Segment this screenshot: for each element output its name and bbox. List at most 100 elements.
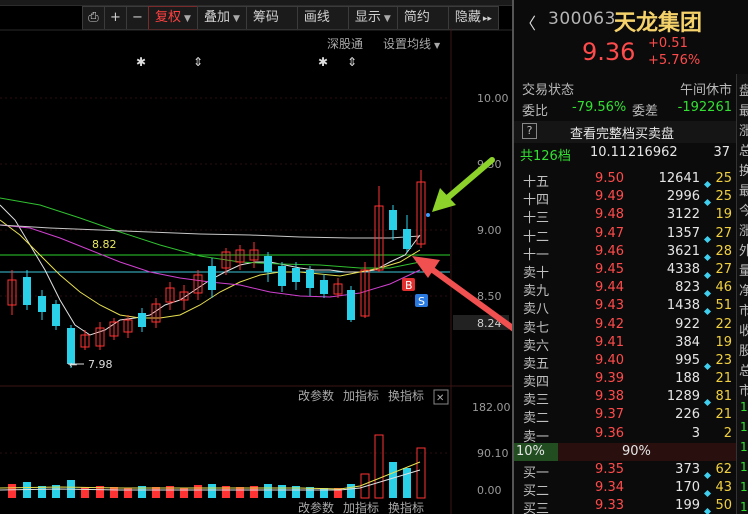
- sell-level-name: 卖四: [523, 375, 550, 391]
- sell-level-row[interactable]: 十五 9.50 12641 25: [514, 170, 736, 190]
- stock-name: 天龙集团: [614, 11, 703, 36]
- sell-level-count: 25: [715, 171, 732, 186]
- sell-level-name: 卖三: [523, 393, 550, 409]
- switch-indicator-link[interactable]: 换指标: [388, 388, 424, 403]
- diamond-icon: [703, 503, 712, 514]
- sell-level-row[interactable]: 十一 9.46 3621 28: [514, 243, 736, 263]
- side-tab-label[interactable]: 总: [739, 140, 748, 159]
- volume-bars: [8, 434, 426, 499]
- sell-level-volume: 1289: [666, 389, 700, 405]
- sell-level-volume: 3: [691, 425, 700, 441]
- sell-level-row[interactable]: 卖五 9.40 995 23: [514, 352, 736, 372]
- sell-level-row[interactable]: 卖三 9.38 1289 81: [514, 388, 736, 409]
- sell-level-name: 卖九: [523, 284, 550, 300]
- levels-price: 10.11: [590, 145, 628, 160]
- full-orderbook-link[interactable]: 查看完整档买卖盘: [570, 123, 674, 142]
- left-arrow-icon: ←: [69, 360, 77, 371]
- side-tab-label[interactable]: 最: [739, 180, 748, 199]
- sell-level-name: 卖十: [523, 265, 550, 281]
- side-tab-label[interactable]: 总: [739, 360, 748, 379]
- side-tab-label[interactable]: 最: [739, 100, 748, 119]
- sell-level-name: 十三: [523, 211, 550, 227]
- sell-level-row[interactable]: 卖九 9.44 823 46: [514, 279, 736, 300]
- sell-level-row[interactable]: 卖十 9.45 4338 27: [514, 261, 736, 281]
- volume-bar: [208, 484, 216, 498]
- side-tab-label[interactable]: 1: [740, 420, 748, 434]
- sell-level-volume: 4338: [666, 261, 700, 277]
- buy-level-price: 9.35: [595, 462, 624, 477]
- sell-level-row[interactable]: 十三 9.48 3122 19: [514, 206, 736, 227]
- side-tab-label[interactable]: 净: [739, 280, 748, 299]
- sell-level-count: 23: [715, 352, 732, 368]
- ratio-green-segment: 10%: [514, 443, 558, 461]
- candle-down: [23, 277, 31, 305]
- event-marker-star[interactable]: ✱: [136, 55, 146, 69]
- buy-level-row[interactable]: 买一 9.35 373 62: [514, 461, 736, 481]
- sell-level-price: 9.49: [595, 189, 624, 205]
- side-tab-strip[interactable]: 盘最涨总换最今涨外量净市收股总市111111: [736, 74, 748, 514]
- sell-level-price: 9.46: [595, 243, 624, 259]
- price-axis-label: 9.00: [477, 224, 502, 237]
- buy-level-row[interactable]: 买三 9.33 199 50: [514, 497, 736, 514]
- sell-level-row[interactable]: 十二 9.47 1357 27: [514, 225, 736, 245]
- add-indicator-link-2[interactable]: 加指标: [343, 500, 379, 514]
- change-params-link-2[interactable]: 改参数: [298, 500, 334, 514]
- add-indicator-link[interactable]: 加指标: [343, 388, 379, 403]
- trade-status-value: 午间休市: [679, 83, 732, 98]
- side-tab-label[interactable]: 1: [740, 460, 748, 474]
- buy-level-name: 买二: [523, 484, 550, 500]
- side-tab-label[interactable]: 量: [739, 260, 748, 279]
- event-marker-star[interactable]: ✱: [318, 55, 328, 69]
- weibi-label: 委比: [522, 104, 549, 119]
- side-tab-label[interactable]: 1: [740, 400, 748, 414]
- side-tab-label[interactable]: 涨: [739, 120, 748, 139]
- side-tab-label[interactable]: 市: [739, 380, 748, 399]
- sell-level-name: 卖二: [523, 411, 550, 427]
- sell-level-row[interactable]: 卖二 9.37 226 21: [514, 406, 736, 427]
- side-tab-label[interactable]: 1: [740, 480, 748, 494]
- buy-level-row[interactable]: 买二 9.34 170 43: [514, 479, 736, 500]
- quote-panel: 〈 300063 天龙集团 9.36 +0.51 +5.76% 交易状态 午间休…: [512, 0, 748, 514]
- sell-level-row[interactable]: 卖八 9.43 1438 51: [514, 297, 736, 318]
- change-params-link[interactable]: 改参数: [298, 388, 334, 403]
- volume-bar: [278, 485, 286, 498]
- volume-bar: [236, 487, 244, 498]
- side-tab-label[interactable]: 今: [739, 200, 748, 219]
- sell-level-row[interactable]: 卖七 9.42 922 22: [514, 316, 736, 336]
- sell-level-name: 卖八: [523, 302, 550, 318]
- sell-level-row[interactable]: 卖一 9.36 3 2: [514, 425, 736, 445]
- switch-indicator-link-2[interactable]: 换指标: [388, 500, 424, 514]
- side-tab-label[interactable]: 股: [739, 340, 748, 359]
- buy-level-count: 43: [715, 480, 732, 496]
- buy-level-name: 买三: [523, 502, 550, 514]
- sell-level-row[interactable]: 卖四 9.39 188 21: [514, 370, 736, 391]
- event-marker-arrow[interactable]: ⇕: [193, 55, 203, 69]
- kline-chart-area[interactable]: ⎙ + − 复权 ▼ 叠加 ▼ 筹码 画线 显示 ▼ 简约 隐藏 ▸▸ 深股通 设置均线…: [0, 0, 512, 514]
- side-tab-label[interactable]: 市: [739, 300, 748, 319]
- last-price: 9.36: [582, 38, 636, 66]
- side-tab-label[interactable]: 收: [739, 320, 748, 339]
- full-orderbook-row[interactable]: ? 查看完整档买卖盘: [514, 121, 736, 143]
- back-arrow-icon[interactable]: 〈: [520, 10, 536, 34]
- side-tab-label[interactable]: 涨: [739, 220, 748, 239]
- price-axis-label: 10.00: [477, 92, 509, 105]
- side-tab-label[interactable]: 换: [739, 160, 748, 179]
- side-tab-label[interactable]: 1: [740, 500, 748, 514]
- side-tab-label[interactable]: 外: [739, 240, 748, 259]
- trade-status-row: 交易状态 午间休市: [514, 78, 736, 98]
- sell-level-volume: 226: [675, 407, 700, 423]
- event-marker-arrow[interactable]: ⇕: [347, 55, 357, 69]
- volume-bar: [347, 484, 355, 498]
- sell-level-row[interactable]: 十四 9.49 2996 25: [514, 188, 736, 208]
- sell-level-price: 9.36: [595, 425, 624, 441]
- candle-down: [264, 256, 272, 272]
- sell-level-price: 9.39: [595, 371, 624, 387]
- side-tab-label[interactable]: 盘: [739, 80, 748, 99]
- candles: [7, 170, 430, 368]
- help-icon[interactable]: ?: [522, 123, 537, 139]
- candle-down: [403, 229, 411, 249]
- sell-level-row[interactable]: 卖六 9.41 384 19: [514, 334, 736, 354]
- sell-level-volume: 3122: [666, 207, 700, 223]
- side-tab-label[interactable]: 1: [740, 440, 748, 454]
- grid: [0, 97, 450, 454]
